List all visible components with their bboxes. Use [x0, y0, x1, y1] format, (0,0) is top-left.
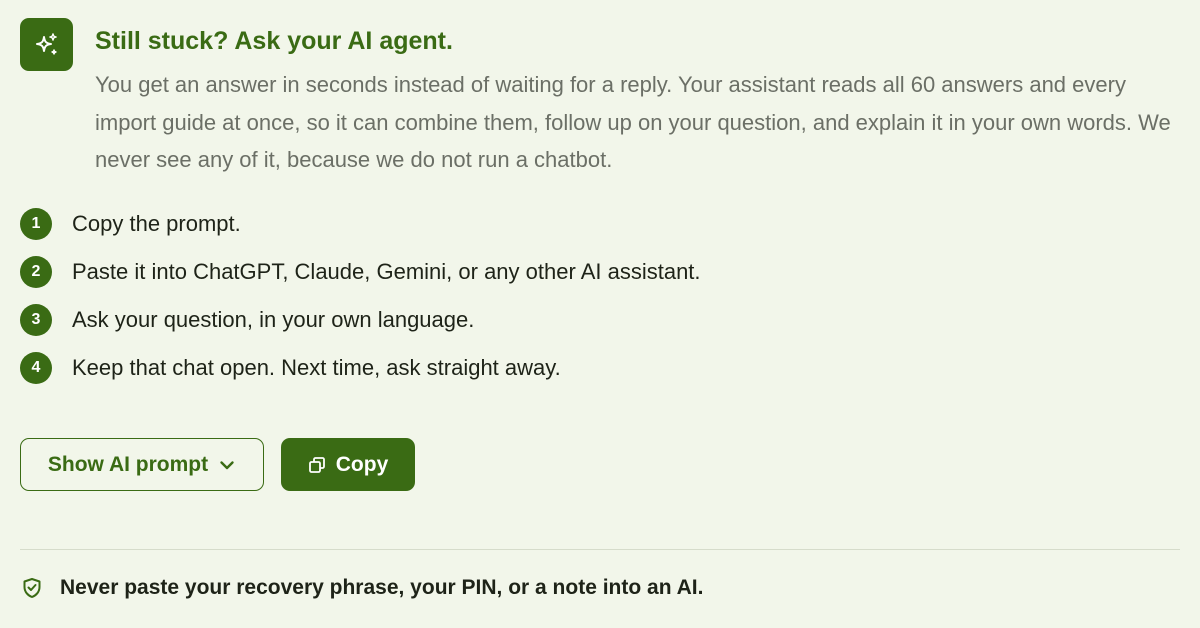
- step-item: 1 Copy the prompt.: [20, 200, 701, 248]
- chevron-down-icon: [218, 456, 236, 474]
- step-item: 4 Keep that chat open. Next time, ask st…: [20, 344, 701, 392]
- show-ai-prompt-button[interactable]: Show AI prompt: [20, 438, 264, 491]
- step-text: Ask your question, in your own language.: [72, 307, 475, 332]
- copy-button[interactable]: Copy: [281, 438, 415, 491]
- section-divider: [20, 549, 1180, 550]
- card-title: Still stuck? Ask your AI agent.: [95, 27, 453, 55]
- copy-icon: [308, 456, 326, 474]
- step-number-badge: 3: [20, 304, 52, 336]
- step-text: Copy the prompt.: [72, 211, 241, 236]
- steps-list: 1 Copy the prompt. 2 Paste it into ChatG…: [20, 200, 701, 392]
- step-item: 2 Paste it into ChatGPT, Claude, Gemini,…: [20, 248, 701, 296]
- step-text: Paste it into ChatGPT, Claude, Gemini, o…: [72, 259, 701, 284]
- sparkle-icon-tile: [20, 18, 73, 71]
- step-number-badge: 4: [20, 352, 52, 384]
- step-number-badge: 2: [20, 256, 52, 288]
- security-warning: Never paste your recovery phrase, your P…: [22, 576, 703, 600]
- shield-check-icon: [22, 577, 42, 599]
- sparkle-icon: [33, 31, 61, 59]
- card-description: You get an answer in seconds instead of …: [95, 72, 1171, 172]
- step-item: 3 Ask your question, in your own languag…: [20, 296, 701, 344]
- copy-label: Copy: [335, 452, 389, 476]
- ai-help-card: Still stuck? Ask your AI agent. You get …: [0, 0, 1200, 628]
- step-number-badge: 1: [20, 208, 52, 240]
- step-text: Keep that chat open. Next time, ask stra…: [72, 355, 561, 380]
- show-ai-prompt-label: Show AI prompt: [47, 452, 209, 476]
- warning-text: Never paste your recovery phrase, your P…: [60, 576, 704, 599]
